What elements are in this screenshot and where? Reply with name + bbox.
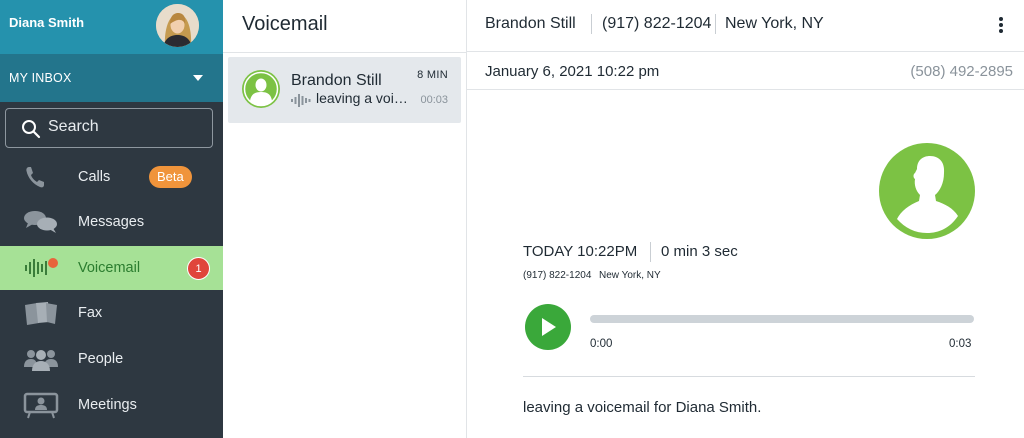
play-button[interactable] [525,304,571,350]
sidebar-item-label: Voicemail [78,260,141,276]
call-time: TODAY 10:22PM [523,243,638,260]
voicemail-icon [25,258,58,277]
search-icon [22,120,41,139]
sidebar-item-messages[interactable]: Messages [0,200,223,244]
detail-header: Brandon Still (917) 822-1204 New York, N… [467,0,1024,52]
sidebar-item-label: Messages [78,214,145,230]
total-time: 0:03 [949,338,972,350]
meetings-icon [23,392,59,419]
sidebar-item-meetings[interactable]: Meetings [0,383,223,427]
contact-avatar-icon [242,70,280,108]
more-options-icon[interactable] [991,15,1011,37]
contact-phone[interactable]: (917) 822-1204 [602,15,711,33]
sidebar-item-label: People [78,351,124,367]
people-icon [24,350,58,371]
play-icon [542,318,556,336]
user-bar[interactable]: Diana Smith [0,0,223,54]
sidebar-item-people[interactable]: People [0,337,223,381]
voicemail-list-item[interactable]: Brandon Still 8 MIN leaving a voicemail … [228,57,461,123]
sidebar-item-label: Calls [78,169,111,185]
inbox-selector[interactable]: MY INBOX [0,54,223,102]
time-ago: 8 MIN [417,69,448,81]
contact-name[interactable]: Brandon Still [485,15,576,33]
search-box[interactable] [5,108,213,148]
list-title: Voicemail [242,13,328,35]
voicemail-duration: 00:03 [420,94,448,106]
voicemail-date: January 6, 2021 10:22 pm [485,63,660,80]
voicemail-preview: leaving a voicemail for Diana Smith. [316,90,411,106]
sidebar: Diana Smith MY INBOX Calls Beta [0,0,223,438]
user-avatar[interactable] [156,4,199,47]
contact-location: New York, NY [725,15,824,32]
user-name: Diana Smith [9,15,85,30]
phone-icon [26,167,44,188]
contact-avatar-icon [879,143,975,239]
sidebar-item-voicemail[interactable]: Voicemail 1 [0,246,223,290]
divider [223,52,467,53]
call-length: 0 min 3 sec [661,243,738,260]
voicemail-detail: Brandon Still (917) 822-1204 New York, N… [467,0,1024,438]
unread-count-badge: 1 [187,257,210,280]
separator [650,242,651,262]
recipient-phone: (508) 492-2895 [910,63,1013,80]
beta-badge: Beta [149,166,192,188]
audio-progress-slider[interactable] [590,315,974,323]
divider [523,376,975,377]
detail-subheader: January 6, 2021 10:22 pm (508) 492-2895 [467,52,1024,90]
caret-down-icon [193,75,203,81]
inbox-label: MY INBOX [9,71,72,85]
current-time: 0:00 [590,338,613,350]
caller-phone: (917) 822-1204 [523,270,592,281]
sidebar-item-calls[interactable]: Calls Beta [0,155,223,199]
voicemail-list-pane: Voicemail Brandon Still 8 MIN leaving a … [223,0,467,438]
waveform-icon [291,94,311,107]
separator [591,14,592,34]
sidebar-item-fax[interactable]: Fax [0,291,223,335]
chat-bubbles-icon [24,211,57,233]
voicemail-transcript: leaving a voicemail for Diana Smith. [523,399,762,416]
separator [715,14,716,34]
caller-location: New York, NY [599,270,661,281]
search-input[interactable] [48,118,198,136]
sidebar-item-label: Fax [78,305,103,321]
sidebar-item-label: Meetings [78,397,137,413]
fax-icon [25,302,57,325]
caller-name: Brandon Still [291,72,382,89]
